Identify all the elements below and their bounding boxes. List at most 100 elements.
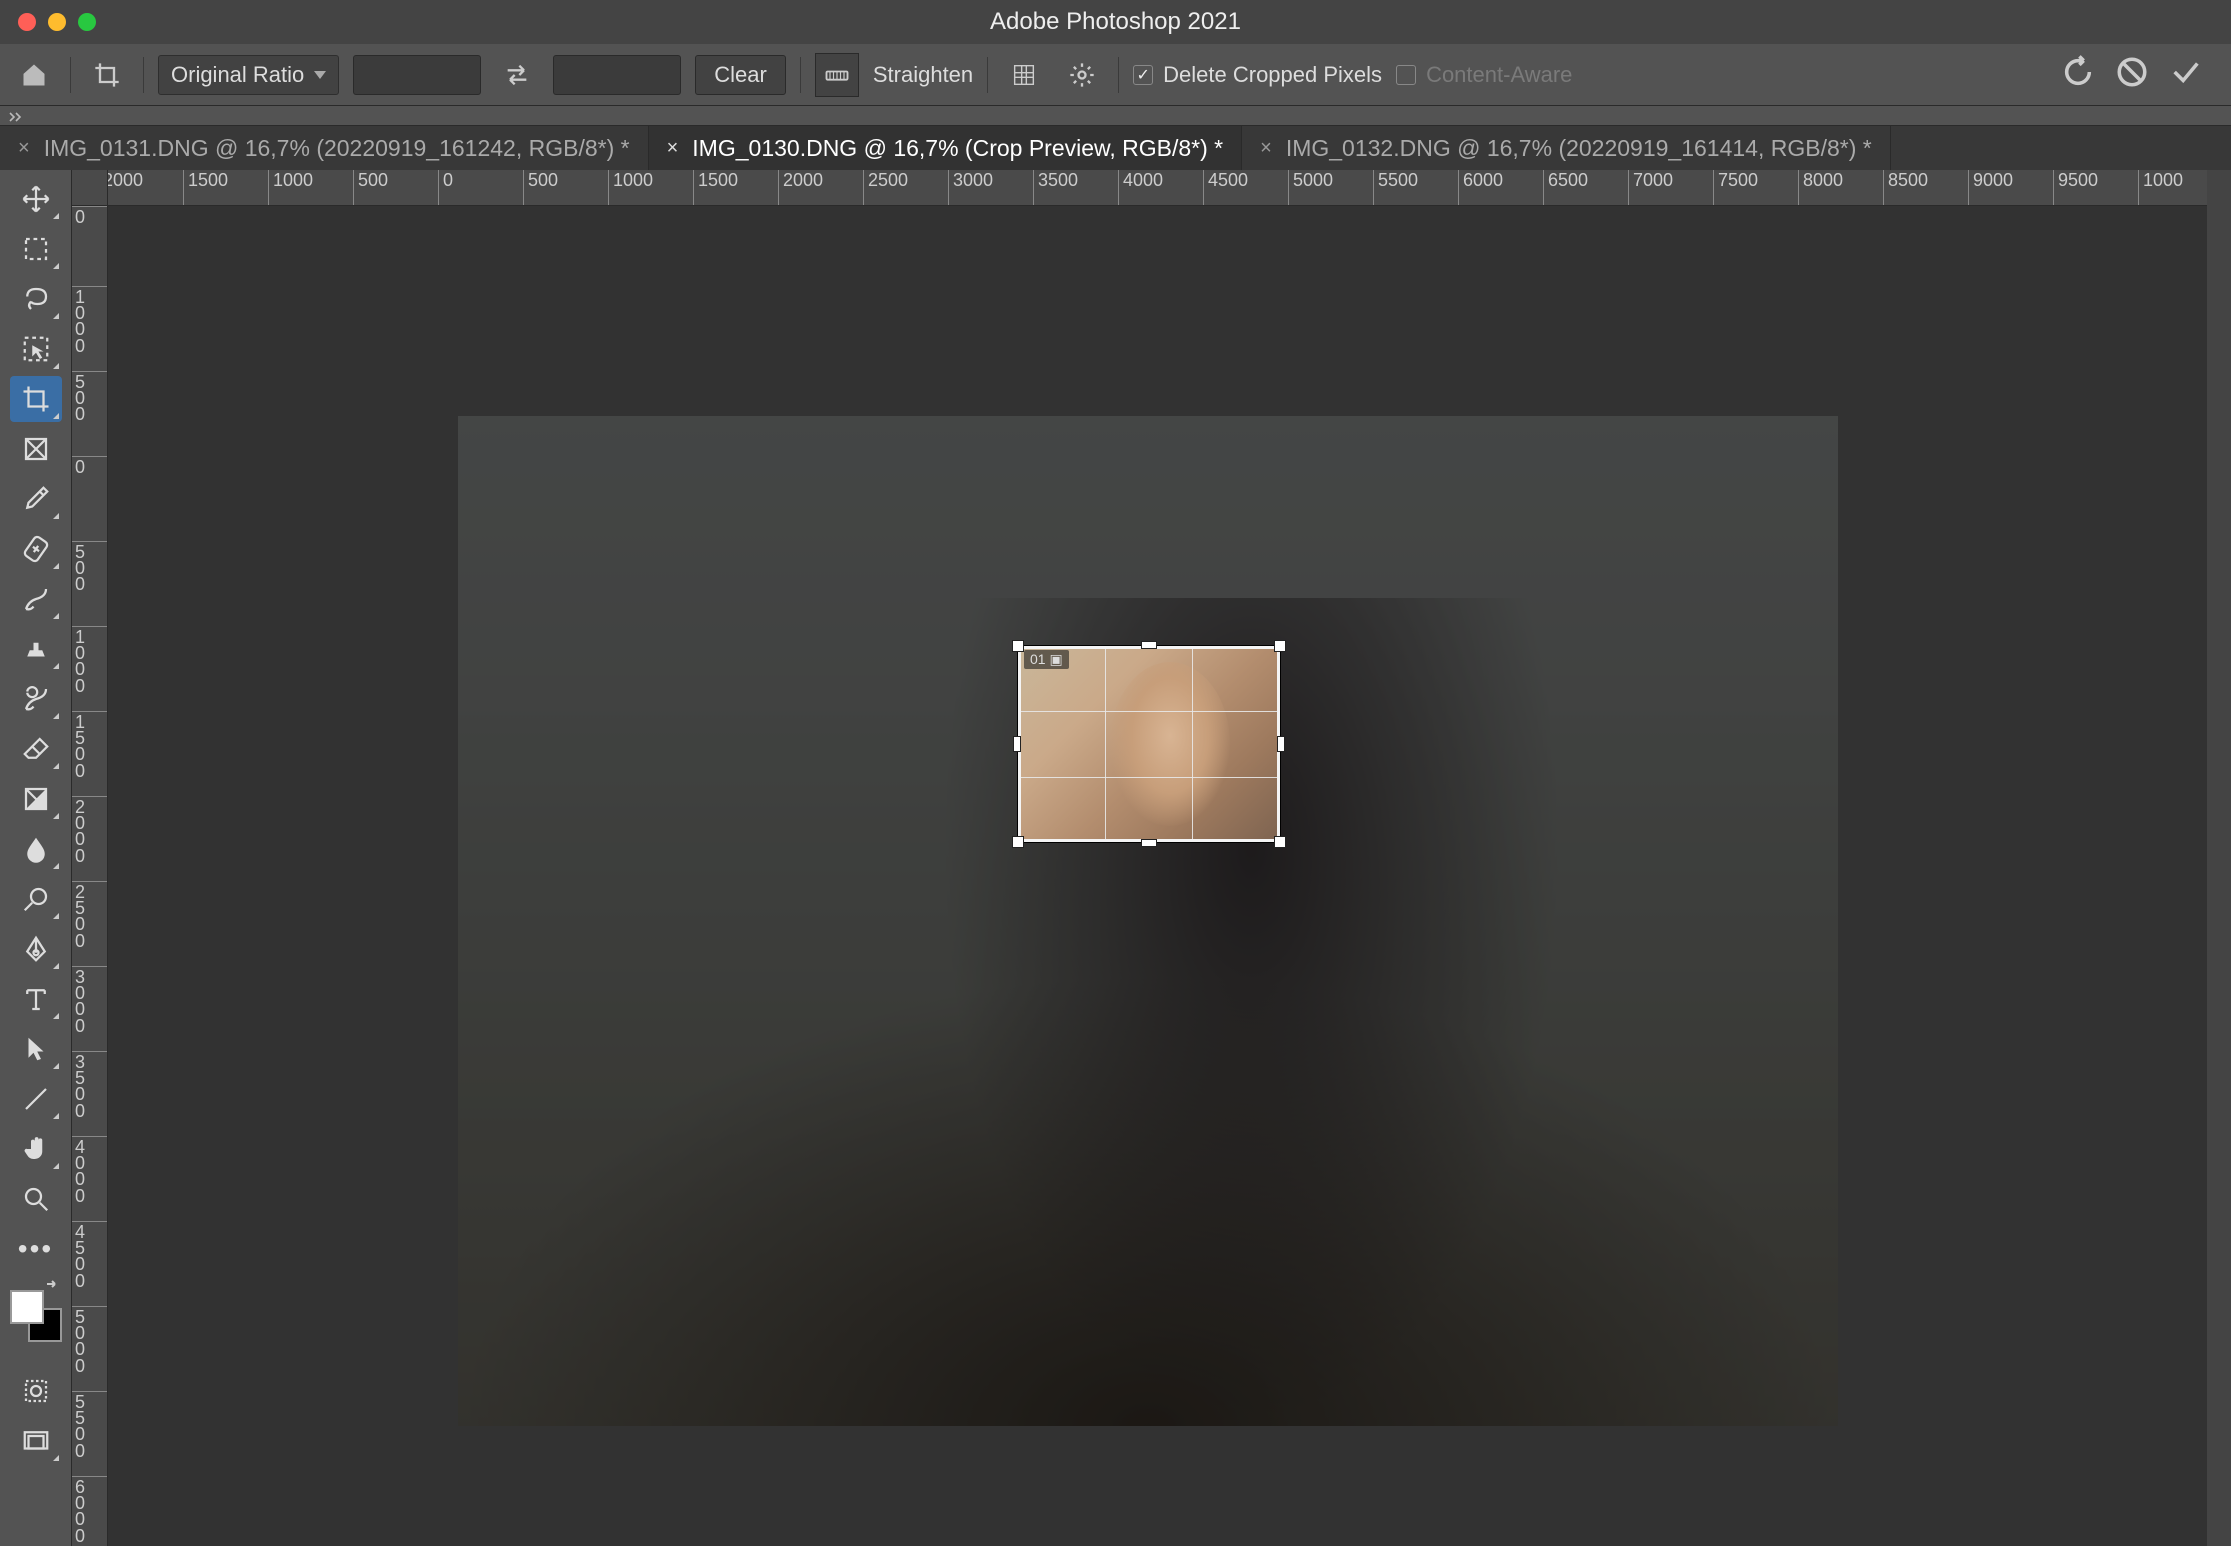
document-tab-label: IMG_0131.DNG @ 16,7% (20220919_161242, R… <box>44 135 630 162</box>
object-select-tool[interactable] <box>10 326 62 372</box>
ruler-tick: 3500 <box>1033 170 1078 205</box>
reset-crop-icon[interactable] <box>2061 55 2095 94</box>
ruler-tick: 7000 <box>1628 170 1673 205</box>
window-close-icon[interactable] <box>18 13 36 31</box>
lasso-tool[interactable] <box>10 276 62 322</box>
crop-handle-tr[interactable] <box>1274 640 1286 652</box>
ruler-origin[interactable] <box>72 170 108 206</box>
panel-disclosure-strip[interactable] <box>0 106 2231 126</box>
history-brush-tool[interactable] <box>10 676 62 722</box>
crop-handle-r[interactable] <box>1277 736 1285 752</box>
clone-stamp-tool[interactable] <box>10 626 62 672</box>
ruler-tick: 1000 <box>72 286 107 354</box>
crop-grid-line <box>1018 711 1280 712</box>
document-tab[interactable]: × IMG_0130.DNG @ 16,7% (Crop Preview, RG… <box>649 126 1243 170</box>
ruler-tick: 3500 <box>72 1051 107 1119</box>
type-tool[interactable] <box>10 976 62 1022</box>
ruler-tick: 5500 <box>72 1391 107 1459</box>
crop-width-input[interactable] <box>353 55 481 95</box>
swap-dimensions-icon[interactable] <box>495 53 539 97</box>
path-select-tool[interactable] <box>10 1026 62 1072</box>
pen-tool[interactable] <box>10 926 62 972</box>
document-tab[interactable]: × IMG_0131.DNG @ 16,7% (20220919_161242,… <box>0 126 649 170</box>
vertical-scrollbar[interactable] <box>2207 170 2231 1546</box>
crop-settings-gear-icon[interactable] <box>1060 53 1104 97</box>
ruler-tick: 1000 <box>72 626 107 694</box>
document-tab-label: IMG_0132.DNG @ 16,7% (20220919_161414, R… <box>1286 135 1872 162</box>
line-tool[interactable] <box>10 1076 62 1122</box>
eraser-tool[interactable] <box>10 726 62 772</box>
eyedropper-tool[interactable] <box>10 476 62 522</box>
ruler-tick: 9500 <box>2053 170 2098 205</box>
delete-cropped-option[interactable]: Delete Cropped Pixels <box>1133 62 1382 88</box>
delete-cropped-checkbox[interactable] <box>1133 65 1153 85</box>
crop-handle-tl[interactable] <box>1012 640 1024 652</box>
canvas[interactable]: 01 ▣ <box>108 206 2207 1546</box>
window-zoom-icon[interactable] <box>78 13 96 31</box>
swap-colors-icon[interactable] <box>44 1278 60 1299</box>
ruler-tick: 2000 <box>778 170 823 205</box>
chevron-down-icon <box>314 71 326 79</box>
crop-handle-br[interactable] <box>1274 836 1286 848</box>
ruler-tick: 500 <box>72 371 107 423</box>
gradient-tool[interactable] <box>10 776 62 822</box>
crop-tool[interactable] <box>10 376 62 422</box>
commit-crop-icon[interactable] <box>2169 55 2203 94</box>
ruler-tick: 4500 <box>1203 170 1248 205</box>
zoom-tool[interactable] <box>10 1176 62 1222</box>
ruler-tick: 0 <box>72 206 107 225</box>
straighten-label[interactable]: Straighten <box>873 62 973 88</box>
crop-handle-l[interactable] <box>1013 736 1021 752</box>
screen-mode-toggle[interactable] <box>10 1418 62 1464</box>
crop-marquee[interactable]: 01 ▣ <box>1018 646 1280 842</box>
content-aware-checkbox <box>1396 65 1416 85</box>
ruler-tick: 2000 <box>72 796 107 864</box>
crop-info-badge: 01 ▣ <box>1024 650 1069 669</box>
quick-mask-toggle[interactable] <box>10 1368 62 1414</box>
clear-button[interactable]: Clear <box>695 55 786 95</box>
blur-tool[interactable] <box>10 826 62 872</box>
content-aware-option: Content-Aware <box>1396 62 1572 88</box>
grid-overlay-button[interactable] <box>1002 53 1046 97</box>
ruler-horizontal[interactable]: 2000150010005000500100015002000250030003… <box>108 170 2207 206</box>
frame-tool[interactable] <box>10 426 62 472</box>
foreground-background-colors[interactable] <box>10 1282 62 1342</box>
straighten-icon[interactable] <box>815 53 859 97</box>
document-tab[interactable]: × IMG_0132.DNG @ 16,7% (20220919_161414,… <box>1242 126 1891 170</box>
ruler-tick: 8000 <box>1798 170 1843 205</box>
spot-heal-tool[interactable] <box>10 526 62 572</box>
foreground-color-swatch[interactable] <box>10 1290 44 1324</box>
toolbox: ••• <box>0 170 72 1546</box>
ruler-tick: 5000 <box>72 1306 107 1374</box>
crop-handle-b[interactable] <box>1141 839 1157 847</box>
close-icon[interactable]: × <box>18 137 30 160</box>
marquee-tool[interactable] <box>10 226 62 272</box>
crop-handle-bl[interactable] <box>1012 836 1024 848</box>
crop-handle-t[interactable] <box>1141 641 1157 649</box>
ruler-tick: 6000 <box>1458 170 1503 205</box>
ruler-tick: 2500 <box>863 170 908 205</box>
ruler-vertical[interactable]: 0100050005001000150020002500300035004000… <box>72 206 108 1546</box>
ruler-tick: 4000 <box>72 1136 107 1204</box>
window-minimize-icon[interactable] <box>48 13 66 31</box>
edit-toolbar-button[interactable]: ••• <box>10 1226 62 1272</box>
work-area: 2000150010005000500100015002000250030003… <box>72 170 2207 1546</box>
close-icon[interactable]: × <box>1260 137 1272 160</box>
crop-ratio-preset[interactable]: Original Ratio <box>158 55 339 95</box>
cancel-crop-icon[interactable] <box>2115 55 2149 94</box>
move-tool[interactable] <box>10 176 62 222</box>
crop-tool-icon[interactable] <box>85 53 129 97</box>
hand-tool[interactable] <box>10 1126 62 1172</box>
crop-height-input[interactable] <box>553 55 681 95</box>
ruler-tick: 3000 <box>72 966 107 1034</box>
ruler-tick: 1500 <box>693 170 738 205</box>
dodge-tool[interactable] <box>10 876 62 922</box>
brush-tool[interactable] <box>10 576 62 622</box>
crop-shield <box>458 416 1838 1426</box>
ruler-tick: 6000 <box>72 1476 107 1544</box>
home-button[interactable] <box>12 53 56 97</box>
document-tab-bar: × IMG_0131.DNG @ 16,7% (20220919_161242,… <box>0 126 2231 170</box>
titlebar: Adobe Photoshop 2021 <box>0 0 2231 44</box>
ruler-tick: 5500 <box>1373 170 1418 205</box>
close-icon[interactable]: × <box>667 137 679 160</box>
